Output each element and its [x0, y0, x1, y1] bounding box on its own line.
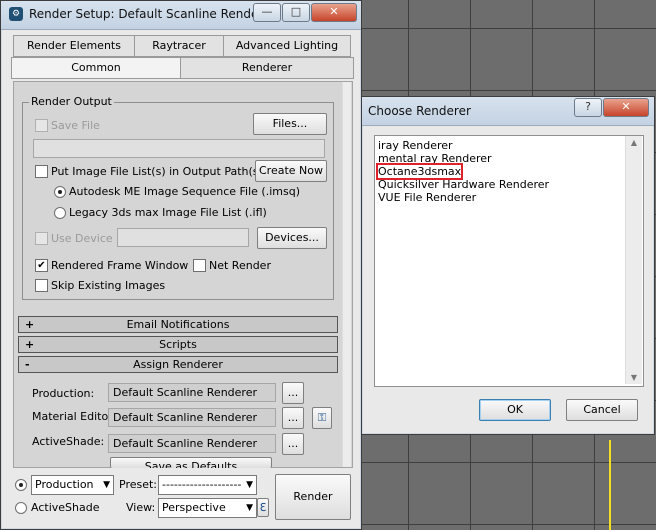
preset-label: Preset: — [119, 478, 158, 491]
material-editor-label: Material Editor: — [32, 410, 117, 423]
mode-activeshade-radio[interactable] — [15, 502, 27, 514]
list-item[interactable]: iray Renderer — [378, 139, 453, 152]
viewport-axis-line — [609, 440, 611, 530]
tab-advanced-lighting[interactable]: Advanced Lighting — [223, 35, 351, 57]
use-device-checkbox[interactable] — [35, 232, 48, 245]
render-setup-titlebar[interactable]: ⚙ Render Setup: Default Scanline Rendere… — [1, 1, 361, 30]
rendered-frame-window-checkbox[interactable]: ✔ — [35, 259, 48, 272]
chevron-down-icon: ▼ — [103, 480, 110, 490]
tab-raytracer[interactable]: Raytracer — [134, 35, 224, 57]
rollout-assign-label: Assign Renderer — [133, 358, 223, 371]
render-setup-title: Render Setup: Default Scanline Renderer — [29, 7, 276, 21]
common-panel: Render Output Save File Files... Put Ima… — [13, 81, 353, 468]
list-item[interactable]: Quicksilver Hardware Renderer — [378, 178, 549, 191]
list-item[interactable]: VUE File Renderer — [378, 191, 476, 204]
rendered-frame-window-label: Rendered Frame Window — [51, 259, 189, 272]
tab-common[interactable]: Common — [11, 57, 181, 79]
save-as-defaults-button[interactable]: Save as Defaults — [110, 457, 272, 468]
device-field — [117, 228, 249, 247]
lock-view-icon[interactable]: ℇ — [257, 498, 269, 517]
3ds-max-logo-icon: ⚙ — [9, 7, 23, 21]
production-label: Production: — [32, 387, 95, 400]
close-button[interactable]: ✕ — [311, 3, 357, 22]
minimize-button[interactable]: — — [253, 3, 281, 22]
files-button[interactable]: Files... — [253, 113, 327, 135]
net-render-checkbox[interactable] — [193, 259, 206, 272]
choose-renderer-title: Choose Renderer — [368, 104, 471, 118]
mode-production-dropdown[interactable]: Production ▼ — [31, 475, 114, 495]
render-setup-window: ⚙ Render Setup: Default Scanline Rendere… — [0, 0, 362, 530]
production-renderer-field: Default Scanline Renderer — [108, 383, 276, 402]
scroll-down-icon[interactable]: ▼ — [626, 373, 642, 382]
renderer-list[interactable]: iray Renderer mental ray Renderer Octane… — [374, 135, 644, 387]
preset-dropdown[interactable]: -------------------- ▼ — [158, 475, 257, 495]
list-scrollbar[interactable]: ▲ ▼ — [625, 136, 642, 384]
material-browse-button[interactable]: ... — [282, 407, 304, 429]
list-item[interactable]: mental ray Renderer — [378, 152, 492, 165]
rollout-scripts[interactable]: + Scripts — [18, 336, 338, 353]
autodesk-me-radio[interactable] — [54, 186, 66, 198]
net-render-label: Net Render — [209, 259, 271, 272]
save-file-checkbox[interactable] — [35, 119, 48, 132]
rollout-email-label: Email Notifications — [126, 318, 230, 331]
chevron-down-icon: ▼ — [246, 480, 253, 490]
put-image-checkbox[interactable] — [35, 165, 48, 178]
choose-renderer-dialog: Choose Renderer ? ✕ iray Renderer mental… — [361, 96, 655, 435]
tab-render-elements[interactable]: Render Elements — [13, 35, 135, 57]
mode-production-radio[interactable] — [15, 479, 27, 491]
tab-renderer[interactable]: Renderer — [180, 57, 354, 79]
mode-activeshade-label: ActiveShade — [31, 501, 100, 514]
view-dropdown[interactable]: Perspective ▼ — [158, 498, 257, 518]
create-now-button[interactable]: Create Now — [255, 160, 327, 182]
list-item-highlighted[interactable]: Octane3dsmax — [375, 163, 464, 180]
ok-button[interactable]: OK — [479, 399, 551, 421]
use-device-label: Use Device — [51, 232, 113, 245]
view-label: View: — [126, 501, 156, 514]
save-file-label: Save File — [51, 119, 100, 132]
put-image-label: Put Image File List(s) in Output Path(s) — [51, 165, 263, 178]
legacy-ifl-radio[interactable] — [54, 207, 66, 219]
lock-icon[interactable]: ⚿ — [312, 407, 332, 429]
activeshade-label: ActiveShade: — [32, 435, 105, 448]
output-path-field — [33, 139, 325, 158]
rollout-assign-renderer[interactable]: - Assign Renderer — [18, 356, 338, 373]
render-output-label: Render Output — [29, 95, 114, 108]
production-browse-button[interactable]: ... — [282, 382, 304, 404]
maximize-button[interactable]: □ — [282, 3, 310, 22]
rollout-email-notifications[interactable]: + Email Notifications — [18, 316, 338, 333]
skip-existing-label: Skip Existing Images — [51, 279, 166, 292]
material-renderer-field: Default Scanline Renderer — [108, 408, 276, 427]
render-output-group: Render Output Save File Files... Put Ima… — [22, 95, 334, 300]
render-button[interactable]: Render — [275, 474, 351, 520]
activeshade-renderer-field: Default Scanline Renderer — [108, 434, 276, 453]
scroll-up-icon[interactable]: ▲ — [626, 138, 642, 147]
panel-scrollbar[interactable] — [342, 82, 351, 467]
help-button[interactable]: ? — [574, 98, 602, 117]
activeshade-browse-button[interactable]: ... — [282, 433, 304, 455]
cancel-button[interactable]: Cancel — [566, 399, 638, 421]
choose-renderer-titlebar[interactable]: Choose Renderer ? ✕ — [362, 97, 654, 126]
devices-button[interactable]: Devices... — [257, 227, 327, 249]
dialog-close-button[interactable]: ✕ — [603, 98, 649, 117]
chevron-down-icon: ▼ — [246, 503, 253, 513]
rollout-scripts-label: Scripts — [159, 338, 197, 351]
skip-existing-checkbox[interactable] — [35, 279, 48, 292]
legacy-ifl-label: Legacy 3ds max Image File List (.ifl) — [69, 206, 267, 219]
autodesk-me-label: Autodesk ME Image Sequence File (.imsq) — [69, 185, 300, 198]
